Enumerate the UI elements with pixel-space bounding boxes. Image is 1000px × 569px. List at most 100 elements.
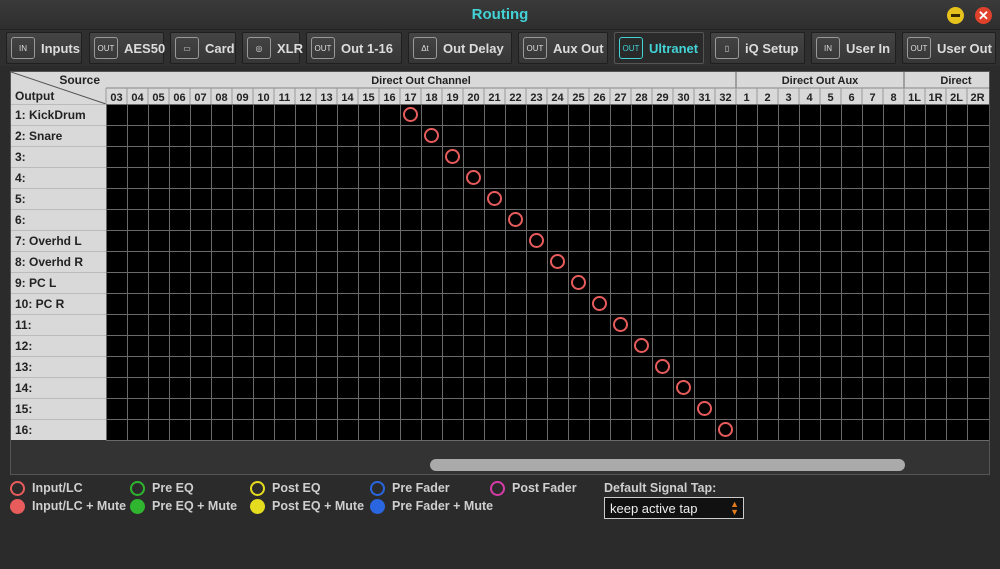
column-header: 5 — [827, 92, 833, 104]
output-row-label: 16: — [15, 423, 32, 437]
legend-label: Post EQ — [272, 481, 321, 495]
column-header: 04 — [131, 92, 144, 104]
speaker-icon: ▯ — [715, 37, 739, 59]
delay-icon: Δt — [413, 37, 437, 59]
tab-label: Card — [205, 40, 235, 56]
default-signal-tap-value: keep active tap — [610, 500, 698, 516]
column-header: 12 — [299, 92, 311, 104]
tab-aes50[interactable]: OUT AES50 — [89, 32, 166, 64]
column-header: 31 — [698, 92, 710, 104]
tab-label: AES50 — [124, 40, 166, 56]
output-label: Output — [15, 89, 54, 103]
routing-grid[interactable]: Source Output Direct Out Channel Direct Out… — [11, 72, 990, 475]
tab-out-1-16[interactable]: OUT Out 1-16 — [306, 32, 402, 64]
legend-item: Pre EQ — [130, 479, 194, 497]
tab-iq-setup[interactable]: ▯ iQ Setup — [710, 32, 805, 64]
tab-label: Aux Out — [553, 40, 604, 56]
minimize-button[interactable] — [947, 7, 964, 24]
column-header: 05 — [152, 92, 164, 104]
column-header: 06 — [173, 92, 185, 104]
tab-label: Inputs — [41, 40, 80, 56]
column-header: 32 — [719, 92, 731, 104]
output-row-label: 12: — [15, 339, 32, 353]
column-header: 6 — [848, 92, 854, 104]
source-label: Source — [59, 73, 100, 87]
legend-label: Pre EQ + Mute — [152, 499, 238, 513]
column-header: 11 — [279, 92, 291, 104]
tab-user-in[interactable]: IN User In — [811, 32, 896, 64]
column-header: 18 — [425, 92, 437, 104]
legend-label: Pre Fader + Mute — [392, 499, 494, 513]
out-icon: OUT — [523, 37, 547, 59]
tab-label: XLR — [277, 40, 303, 56]
tab-xlr[interactable]: ◎ XLR — [242, 32, 303, 64]
close-button[interactable]: ✕ — [975, 7, 992, 24]
output-row-label: 13: — [15, 360, 32, 374]
column-header: 15 — [362, 92, 374, 104]
column-header: 26 — [593, 92, 605, 104]
column-header: 10 — [257, 92, 269, 104]
column-header: 20 — [467, 92, 479, 104]
column-header: 1R — [928, 92, 942, 104]
routing-matrix[interactable]: Source Output Direct Out Channel Direct Out… — [10, 71, 990, 475]
tab-label: Ultranet — [649, 40, 699, 56]
legend-item: Pre Fader + Mute — [370, 497, 493, 515]
legend-label: Pre EQ — [152, 481, 194, 495]
ring-marker-icon — [250, 480, 265, 496]
column-header: 03 — [110, 92, 122, 104]
tab-card[interactable]: ▭ Card — [170, 32, 236, 64]
out-icon: OUT — [907, 37, 931, 59]
output-row-label: 1: KickDrum — [15, 108, 86, 122]
out-icon: OUT — [94, 37, 118, 59]
column-header: 7 — [869, 92, 875, 104]
legend-item: Input/LC + Mute — [10, 497, 126, 515]
legend-label: Post Fader — [512, 481, 577, 495]
default-signal-tap-select[interactable]: keep active tap ▲ ▼ — [604, 497, 744, 519]
output-row-label: 9: PC L — [15, 276, 56, 290]
filled-marker-icon — [250, 498, 265, 514]
legend-label: Pre Fader — [392, 481, 450, 495]
tab-ultranet[interactable]: OUT Ultranet — [614, 32, 704, 64]
column-header: 2 — [764, 92, 770, 104]
column-header: 1 — [743, 92, 749, 104]
legend-label: Input/LC — [32, 481, 83, 495]
filled-marker-icon — [370, 498, 385, 514]
column-group-header: Direct Out Channel — [371, 75, 471, 87]
out-icon: OUT — [311, 37, 335, 59]
tab-label: Out Delay — [443, 40, 504, 56]
column-header: 19 — [446, 92, 458, 104]
ring-marker-icon — [130, 480, 145, 496]
tab-user-out[interactable]: OUT User Out — [902, 32, 996, 64]
ring-marker-icon — [370, 480, 385, 496]
column-header: 4 — [806, 92, 813, 104]
column-header: 16 — [383, 92, 395, 104]
column-header: 25 — [572, 92, 584, 104]
tab-inputs[interactable]: IN Inputs — [6, 32, 82, 64]
column-header: 23 — [530, 92, 542, 104]
card-icon: ▭ — [175, 37, 199, 59]
xlr-icon: ◎ — [247, 37, 271, 59]
tab-aux-out[interactable]: OUT Aux Out — [518, 32, 608, 64]
tab-out-delay[interactable]: Δt Out Delay — [408, 32, 512, 64]
column-header: 28 — [635, 92, 647, 104]
column-header: 21 — [488, 92, 500, 104]
column-header: 14 — [341, 92, 354, 104]
column-header: 07 — [194, 92, 206, 104]
horizontal-scrollbar-thumb[interactable] — [430, 459, 905, 471]
column-header: 22 — [509, 92, 521, 104]
column-header: 29 — [656, 92, 668, 104]
window-title: Routing — [471, 6, 529, 23]
output-row-label: 7: Overhd L — [15, 234, 82, 248]
column-group-header: Direct Out Aux — [782, 75, 859, 87]
tab-label: User In — [846, 40, 891, 56]
column-header: 2L — [950, 92, 963, 104]
column-header: 3 — [785, 92, 791, 104]
filled-marker-icon — [130, 498, 145, 514]
column-header: 17 — [404, 92, 416, 104]
output-row-label: 2: Snare — [15, 129, 63, 143]
legend-label: Post EQ + Mute — [272, 499, 365, 513]
column-header: 09 — [236, 92, 248, 104]
ring-marker-icon — [10, 480, 25, 496]
in-icon: IN — [816, 37, 840, 59]
output-row-label: 10: PC R — [15, 297, 65, 311]
